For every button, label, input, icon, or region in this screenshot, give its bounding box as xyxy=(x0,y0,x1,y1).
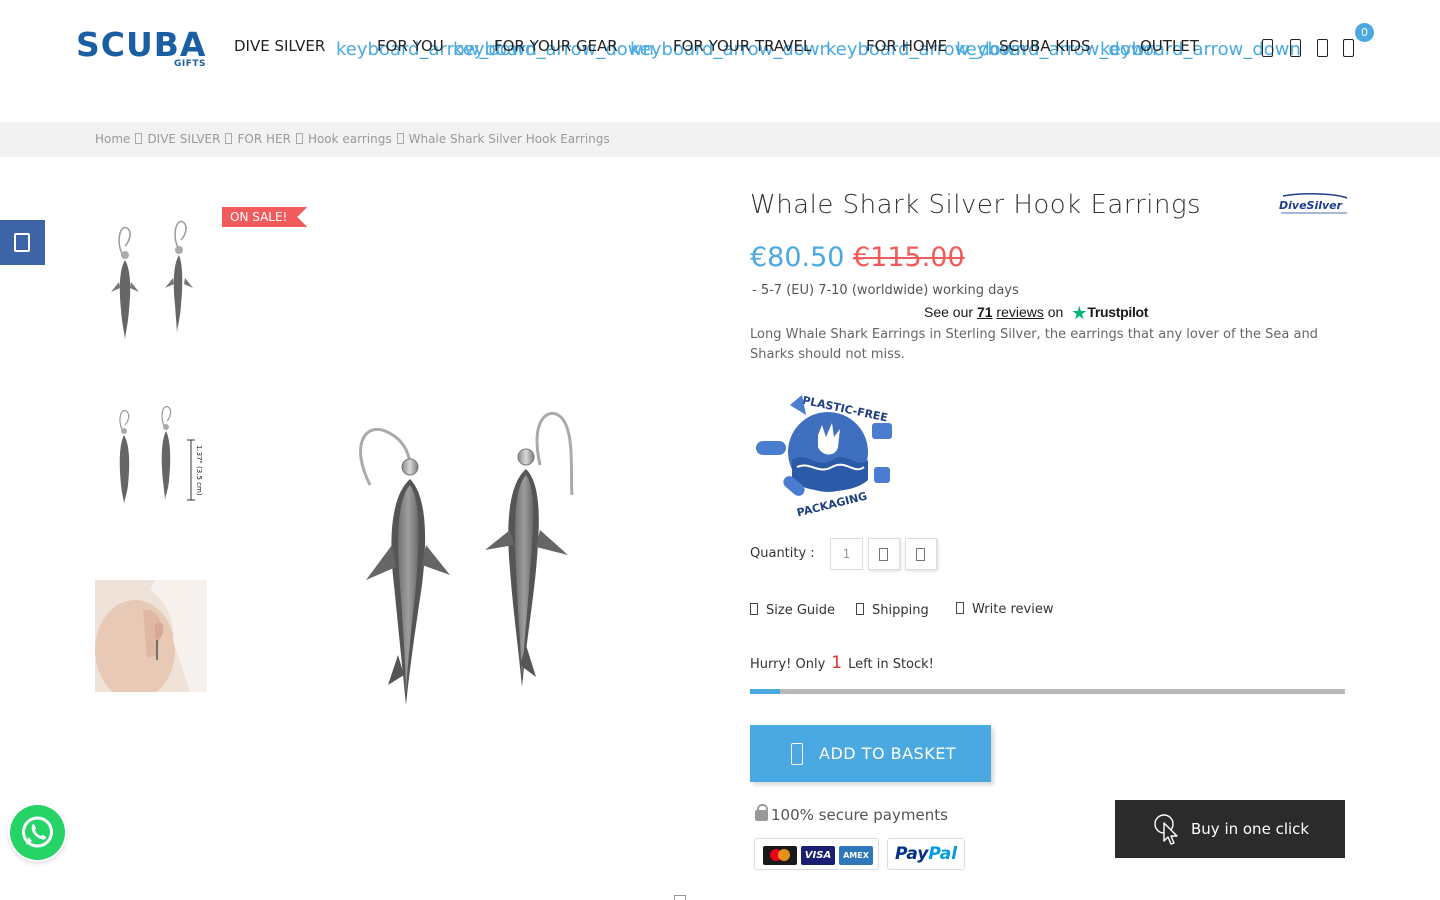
add-to-basket-label: ADD TO BASKET xyxy=(819,744,957,763)
trustpilot-star-icon: ★ xyxy=(1071,303,1088,323)
truck-icon xyxy=(856,603,864,615)
nav-for-your-gear[interactable]: FOR YOUR GEAR xyxy=(494,36,618,56)
paypal-logo: PayPal xyxy=(887,838,965,870)
user-icon[interactable] xyxy=(1287,36,1303,60)
shipping-link[interactable]: Shipping xyxy=(856,603,929,618)
scroll-indicator[interactable] xyxy=(674,895,686,900)
quantity-decrease-button[interactable] xyxy=(905,538,937,570)
product-thumbnail[interactable]: 1.37" (3.5 cm) xyxy=(95,400,207,512)
whatsapp-icon xyxy=(22,816,53,848)
product-thumbnail[interactable] xyxy=(95,210,207,350)
secure-payments: 100% secure payments xyxy=(755,804,948,824)
trustpilot-widget[interactable]: See our 71 reviews on ★Trustpilot xyxy=(924,303,1148,324)
write-review-link[interactable]: Write review xyxy=(956,602,1053,617)
quantity-increase-button[interactable] xyxy=(868,538,900,570)
breadcrumb-home[interactable]: Home xyxy=(95,132,130,146)
stock-progress-fill xyxy=(750,689,780,694)
write-review-label: Write review xyxy=(972,602,1054,617)
delivery-time: - 5-7 (EU) 7-10 (worldwide) working days xyxy=(752,283,1019,298)
model-wearing-earring-image xyxy=(95,580,207,700)
stock-count: 1 xyxy=(831,653,843,673)
nav-for-your-travel[interactable]: FOR YOUR TRAVEL xyxy=(673,36,811,56)
breadcrumb-for-her[interactable]: FOR HER xyxy=(237,132,290,146)
chevron-right-icon xyxy=(135,133,143,144)
sale-price: €80.50 xyxy=(750,242,845,273)
ruler-icon xyxy=(750,603,758,615)
stock-prefix: Hurry! Only xyxy=(750,657,826,672)
earrings-thumbnail-image xyxy=(111,220,193,340)
badge-text-bottom: PACKAGING xyxy=(795,489,868,519)
breadcrumb-current: Whale Shark Silver Hook Earrings xyxy=(408,132,610,146)
brand-logo[interactable]: DiveSilver xyxy=(1277,192,1349,216)
paypal-text-1: Pay xyxy=(894,844,929,864)
whale-shark-earrings-image xyxy=(359,412,574,705)
trustpilot-prefix: See our xyxy=(924,304,974,320)
card-payment-logos: VISA AMEX xyxy=(754,838,879,870)
add-to-basket-button[interactable]: ADD TO BASKET xyxy=(750,725,991,782)
brand-logo-text: DiveSilver xyxy=(1279,199,1343,212)
mastercard-icon xyxy=(763,846,797,865)
breadcrumb-hook-earrings[interactable]: Hook earrings xyxy=(308,132,392,146)
product-title: Whale Shark Silver Hook Earrings xyxy=(750,190,1202,220)
chevron-right-icon xyxy=(225,133,233,144)
nav-scuba-kids[interactable]: SCUBA KIDS xyxy=(999,36,1091,56)
site-header: SCUBA GIFTS DIVE SILVER keyboard_arrow_d… xyxy=(0,0,1440,122)
reviews-link[interactable]: reviews xyxy=(996,304,1043,320)
plastic-free-badge: PLASTIC-FREE PACKAGING xyxy=(752,385,897,520)
pencil-icon xyxy=(956,602,964,614)
stock-message: Hurry! Only 1 Left in Stock! xyxy=(750,653,934,673)
chevron-right-icon xyxy=(295,133,303,144)
buy-one-click-label: Buy in one click xyxy=(1191,820,1310,838)
size-guide-label: Size Guide xyxy=(766,603,835,618)
nav-outlet[interactable]: OUTLET xyxy=(1140,36,1199,56)
facebook-icon xyxy=(14,233,30,252)
search-icon[interactable] xyxy=(1259,36,1275,60)
trustpilot-on: on xyxy=(1047,304,1064,320)
secure-payments-label: 100% secure payments xyxy=(771,806,948,824)
quantity-input[interactable]: 1 xyxy=(830,538,863,570)
breadcrumb-dive-silver[interactable]: DIVE SILVER xyxy=(147,132,220,146)
breadcrumb: Home DIVE SILVER FOR HER Hook earrings Whale… xyxy=(0,122,1440,157)
nav-for-home[interactable]: FOR HOME xyxy=(866,36,947,56)
plus-icon xyxy=(879,548,888,561)
logo-subtext: GIFTS xyxy=(173,59,206,69)
logo-text: SCUBA xyxy=(76,25,207,64)
size-measure-label: 1.37" (3.5 cm) xyxy=(195,445,203,496)
site-logo[interactable]: SCUBA GIFTS xyxy=(76,28,208,72)
cart-icon[interactable] xyxy=(1340,36,1356,60)
buy-one-click-button[interactable]: Buy in one click xyxy=(1115,800,1345,858)
paypal-text-2: Pal xyxy=(928,844,958,864)
shipping-label: Shipping xyxy=(872,603,929,618)
stock-suffix: Left in Stock! xyxy=(848,657,934,672)
nav-for-you[interactable]: FOR YOU xyxy=(377,36,444,56)
stock-progress-bar xyxy=(750,689,1345,694)
cart-count-badge: 0 xyxy=(1355,23,1374,42)
product-main-image[interactable] xyxy=(330,395,600,715)
product-description: Long Whale Shark Earrings in Sterling Si… xyxy=(750,327,1318,362)
facebook-side-tab[interactable] xyxy=(0,220,45,265)
quantity-label: Quantity : xyxy=(750,546,815,561)
visa-icon: VISA xyxy=(801,846,835,865)
product-thumbnail[interactable] xyxy=(95,580,207,700)
heart-icon[interactable] xyxy=(1314,36,1330,60)
pointer-icon xyxy=(1154,814,1178,845)
whatsapp-button[interactable] xyxy=(10,805,65,860)
review-count: 71 xyxy=(976,304,993,320)
chevron-right-icon xyxy=(396,133,404,144)
sale-badge: ON SALE! xyxy=(222,207,308,227)
amex-icon: AMEX xyxy=(839,846,873,865)
basket-icon xyxy=(791,743,803,765)
minus-icon xyxy=(916,548,925,561)
lock-icon xyxy=(755,804,768,821)
nav-dive-silver[interactable]: DIVE SILVER xyxy=(234,36,325,56)
trustpilot-brand: Trustpilot xyxy=(1087,304,1149,320)
size-guide-link[interactable]: Size Guide xyxy=(750,603,835,618)
original-price: €115.00 xyxy=(853,242,965,273)
earrings-size-thumbnail-image: 1.37" (3.5 cm) xyxy=(119,405,203,505)
